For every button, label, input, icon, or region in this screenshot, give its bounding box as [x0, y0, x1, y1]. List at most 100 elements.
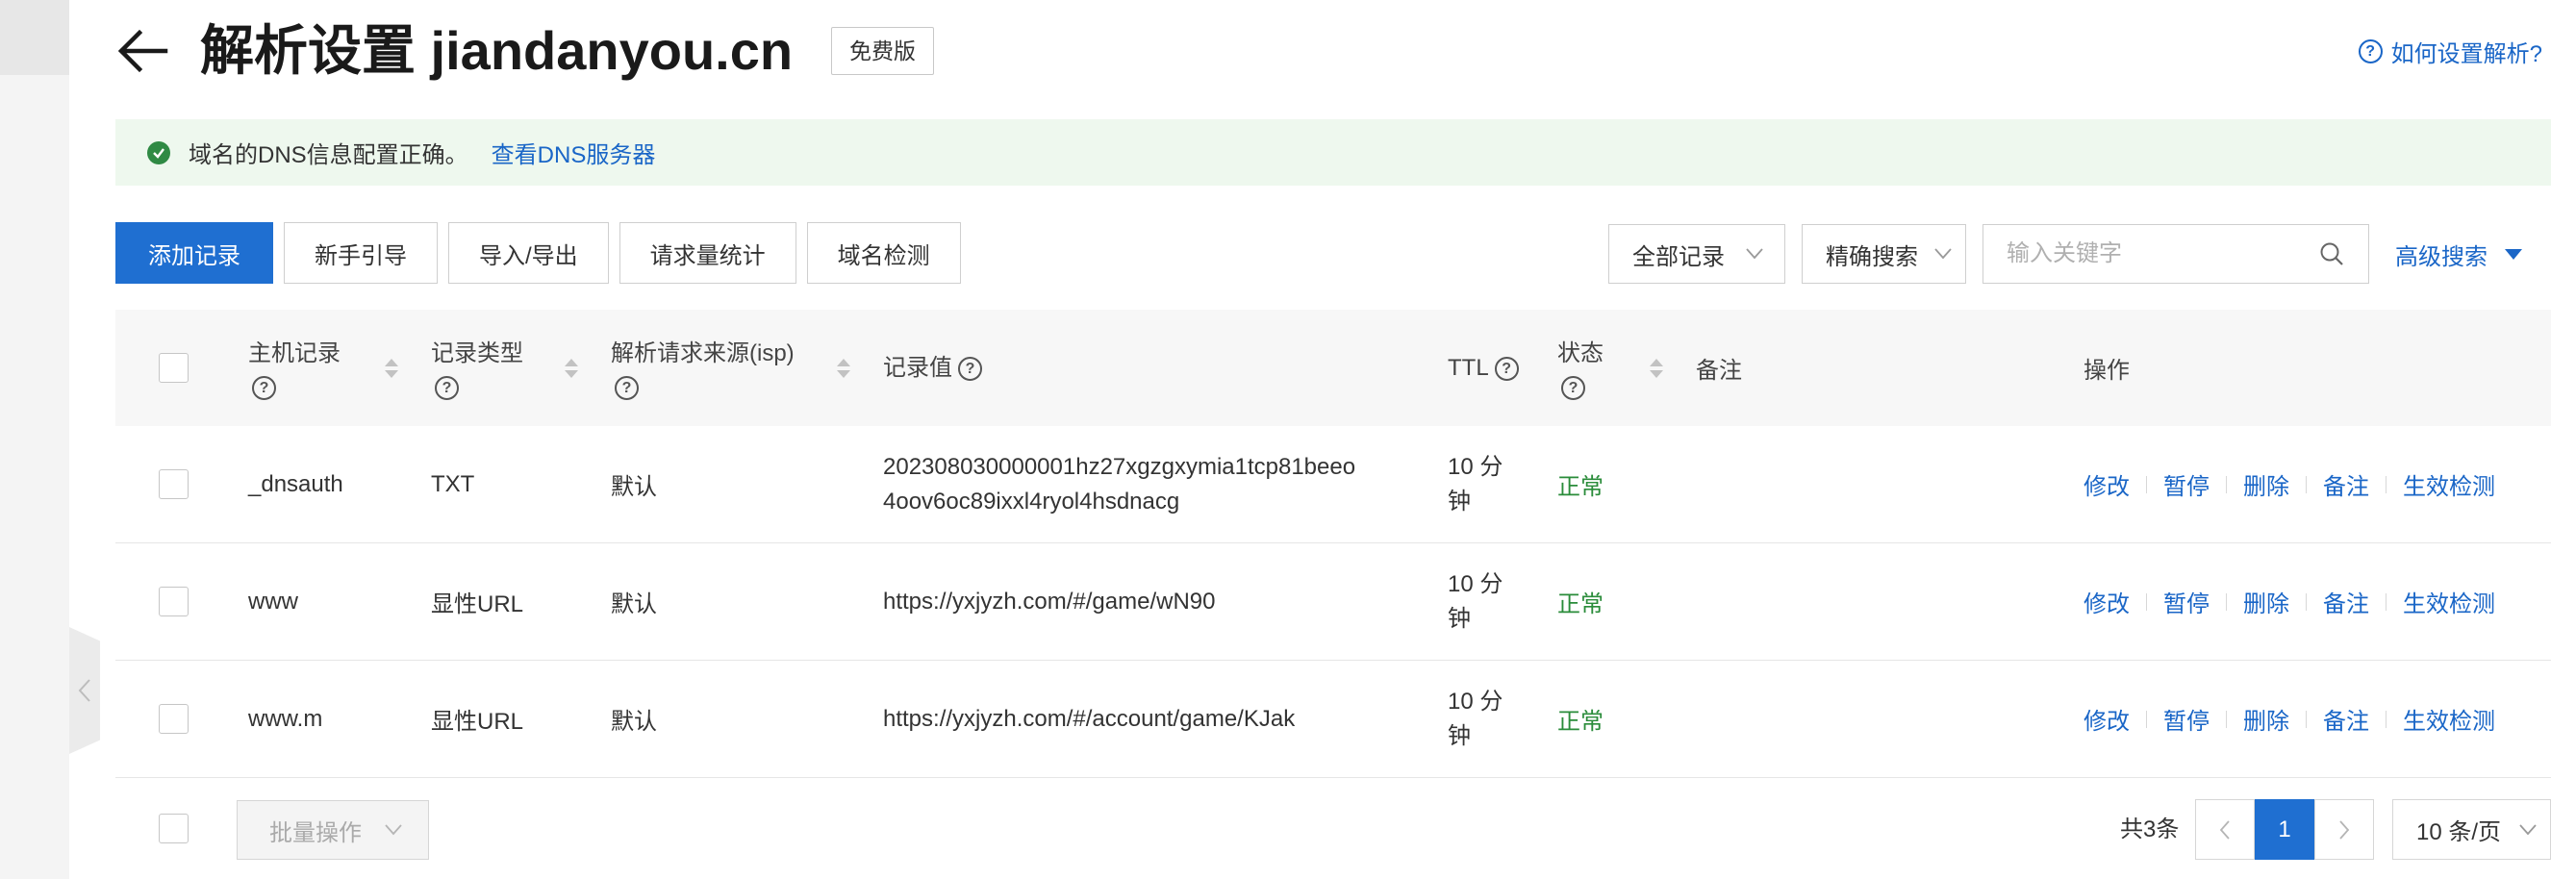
question-circle-icon[interactable]: [1494, 356, 1519, 381]
question-circle-icon[interactable]: [615, 375, 639, 400]
pause-link[interactable]: 暂停: [2163, 467, 2210, 501]
search-mode-select[interactable]: 精确搜索: [1802, 224, 1966, 284]
separator: [2226, 475, 2227, 493]
verify-link[interactable]: 生效检测: [2403, 702, 2495, 736]
sidebar-toggle[interactable]: [69, 627, 100, 754]
table-row: www.m 显性URL 默认 https://yxjyzh.com/#/acco…: [115, 661, 2551, 778]
import-export-button[interactable]: 导入/导出: [448, 222, 609, 284]
footer-select-all-checkbox[interactable]: [159, 814, 189, 843]
sort-up-icon: [837, 358, 850, 366]
value-cell: https://yxjyzh.com/#/game/wN90: [883, 543, 1448, 660]
chevron-down-icon: [1934, 248, 1952, 260]
separator: [2386, 592, 2387, 611]
question-circle-icon: [2358, 38, 2383, 63]
header-value: 记录值: [883, 310, 1448, 426]
view-dns-servers-link[interactable]: 查看DNS服务器: [492, 136, 656, 169]
question-circle-icon[interactable]: [958, 356, 982, 381]
header-isp-label: 解析请求来源(isp): [611, 339, 795, 366]
search-input[interactable]: [2007, 240, 2318, 267]
edit-link[interactable]: 修改: [2084, 702, 2130, 736]
caret-down-icon: [2505, 248, 2522, 260]
page-size-select[interactable]: 10 条/页: [2392, 799, 2551, 860]
pause-link[interactable]: 暂停: [2163, 702, 2210, 736]
left-rail-header: [0, 0, 69, 75]
row-checkbox[interactable]: [159, 587, 189, 616]
verify-link[interactable]: 生效检测: [2403, 467, 2495, 501]
table-row: _dnsauth TXT 默认 202308030000001hz27xgzgx…: [115, 426, 2551, 543]
status-cell: 正常: [1557, 474, 1604, 500]
value-cell: https://yxjyzh.com/#/account/game/KJak: [883, 661, 1448, 777]
row-checkbox[interactable]: [159, 469, 189, 499]
question-circle-icon[interactable]: [1561, 375, 1585, 400]
host-cell: www: [248, 588, 298, 615]
type-cell: 显性URL: [431, 709, 524, 735]
domain-check-button[interactable]: 域名检测: [806, 222, 961, 284]
dns-records-table: 主机记录 记录类型 解析请求来源(isp) 记录值 TTL 状态 备注 操作: [115, 310, 2551, 778]
remark-link[interactable]: 备注: [2323, 467, 2369, 501]
type-cell: TXT: [431, 470, 475, 497]
delete-link[interactable]: 删除: [2243, 585, 2289, 618]
separator: [2386, 475, 2387, 493]
sort-icon[interactable]: [565, 358, 578, 378]
header-type: 记录类型: [431, 310, 611, 426]
edition-badge: 免费版: [831, 27, 934, 75]
remark-link[interactable]: 备注: [2323, 585, 2369, 618]
record-filter-select[interactable]: 全部记录: [1608, 224, 1785, 284]
sort-up-icon: [385, 358, 398, 366]
question-circle-icon[interactable]: [252, 375, 276, 400]
add-record-button[interactable]: 添加记录: [115, 222, 273, 284]
ttl-cell: 10 分钟: [1448, 426, 1557, 542]
sort-down-icon: [565, 369, 578, 378]
separator: [2146, 592, 2147, 611]
sort-down-icon: [385, 369, 398, 378]
help-link[interactable]: 如何设置解析?: [2358, 35, 2542, 67]
sort-icon[interactable]: [1650, 358, 1663, 378]
header-ttl-label: TTL: [1448, 354, 1489, 381]
verify-link[interactable]: 生效检测: [2403, 585, 2495, 618]
isp-cell: 默认: [611, 591, 657, 617]
header-status: 状态: [1557, 310, 1696, 426]
sort-icon[interactable]: [837, 358, 850, 378]
record-value: https://yxjyzh.com/#/account/game/KJak: [883, 705, 1296, 732]
back-button[interactable]: [115, 27, 169, 75]
search-icon[interactable]: [2318, 240, 2345, 267]
record-filter-value: 全部记录: [1632, 243, 1725, 270]
header-ttl: TTL: [1448, 310, 1557, 426]
separator: [2146, 710, 2147, 728]
remark-link[interactable]: 备注: [2323, 702, 2369, 736]
separator: [2306, 475, 2307, 493]
host-cell: www.m: [248, 705, 323, 732]
edit-link[interactable]: 修改: [2084, 585, 2130, 618]
select-all-checkbox[interactable]: [159, 353, 189, 383]
delete-link[interactable]: 删除: [2243, 467, 2289, 501]
separator: [2306, 592, 2307, 611]
ttl-cell: 10 分钟: [1448, 543, 1557, 660]
row-actions: 修改 暂停 删除 备注 生效检测: [2084, 543, 2551, 660]
chevron-down-icon: [2519, 823, 2537, 835]
header-type-label: 记录类型: [431, 339, 523, 366]
header-value-label: 记录值: [883, 354, 952, 381]
pause-link[interactable]: 暂停: [2163, 585, 2210, 618]
header-host-label: 主机记录: [248, 339, 341, 366]
header-status-label: 状态: [1557, 339, 1604, 366]
delete-link[interactable]: 删除: [2243, 702, 2289, 736]
beginner-guide-button[interactable]: 新手引导: [284, 222, 438, 284]
prev-page-button[interactable]: [2195, 799, 2255, 860]
request-stats-button[interactable]: 请求量统计: [619, 222, 796, 284]
chevron-right-icon: [2339, 819, 2350, 840]
edit-link[interactable]: 修改: [2084, 467, 2130, 501]
question-circle-icon[interactable]: [435, 375, 459, 400]
advanced-search-toggle[interactable]: 高级搜索: [2395, 224, 2522, 284]
sort-down-icon: [1650, 369, 1663, 378]
batch-action-label: 批量操作: [269, 819, 362, 846]
sort-up-icon: [1650, 358, 1663, 366]
sort-icon[interactable]: [385, 358, 398, 378]
page-number-button[interactable]: 1: [2255, 799, 2314, 860]
header-host: 主机记录: [248, 310, 431, 426]
batch-action-dropdown[interactable]: 批量操作: [237, 800, 429, 860]
row-checkbox[interactable]: [159, 704, 189, 734]
row-select-cell: [115, 426, 248, 542]
ttl-value: 10 分钟: [1448, 453, 1503, 515]
next-page-button[interactable]: [2314, 799, 2374, 860]
chevron-down-icon: [1746, 248, 1763, 260]
